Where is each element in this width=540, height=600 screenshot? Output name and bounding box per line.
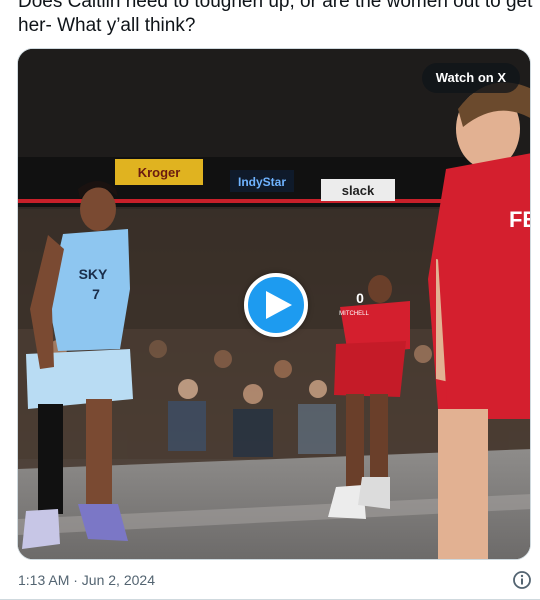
banner-slack: slack [321,179,395,201]
svg-text:IndyStar: IndyStar [238,175,286,189]
banner-kroger: Kroger [115,159,203,185]
svg-text:SKY: SKY [79,266,108,282]
play-button[interactable] [244,273,308,337]
svg-text:slack: slack [342,183,375,198]
svg-text:MITCHELL: MITCHELL [339,311,369,317]
tweet-timestamp[interactable]: 1:13 AM · Jun 2, 2024 [18,572,155,588]
video-player[interactable]: Kroger IndyStar slack SKY 7 0 MITCHELL F… [17,48,531,560]
play-icon [265,291,292,319]
svg-text:FE: FE [509,207,531,232]
watch-on-x-button[interactable]: Watch on X [421,63,520,93]
svg-text:7: 7 [92,286,100,302]
tweet-text: Does Caitlin need to toughen up, or are … [18,0,533,36]
tweet-footer: 1:13 AM · Jun 2, 2024 [18,570,532,590]
svg-text:Kroger: Kroger [138,165,181,180]
info-icon[interactable] [512,570,532,590]
banner-indystar: IndyStar [230,170,294,192]
svg-text:0: 0 [356,290,364,306]
